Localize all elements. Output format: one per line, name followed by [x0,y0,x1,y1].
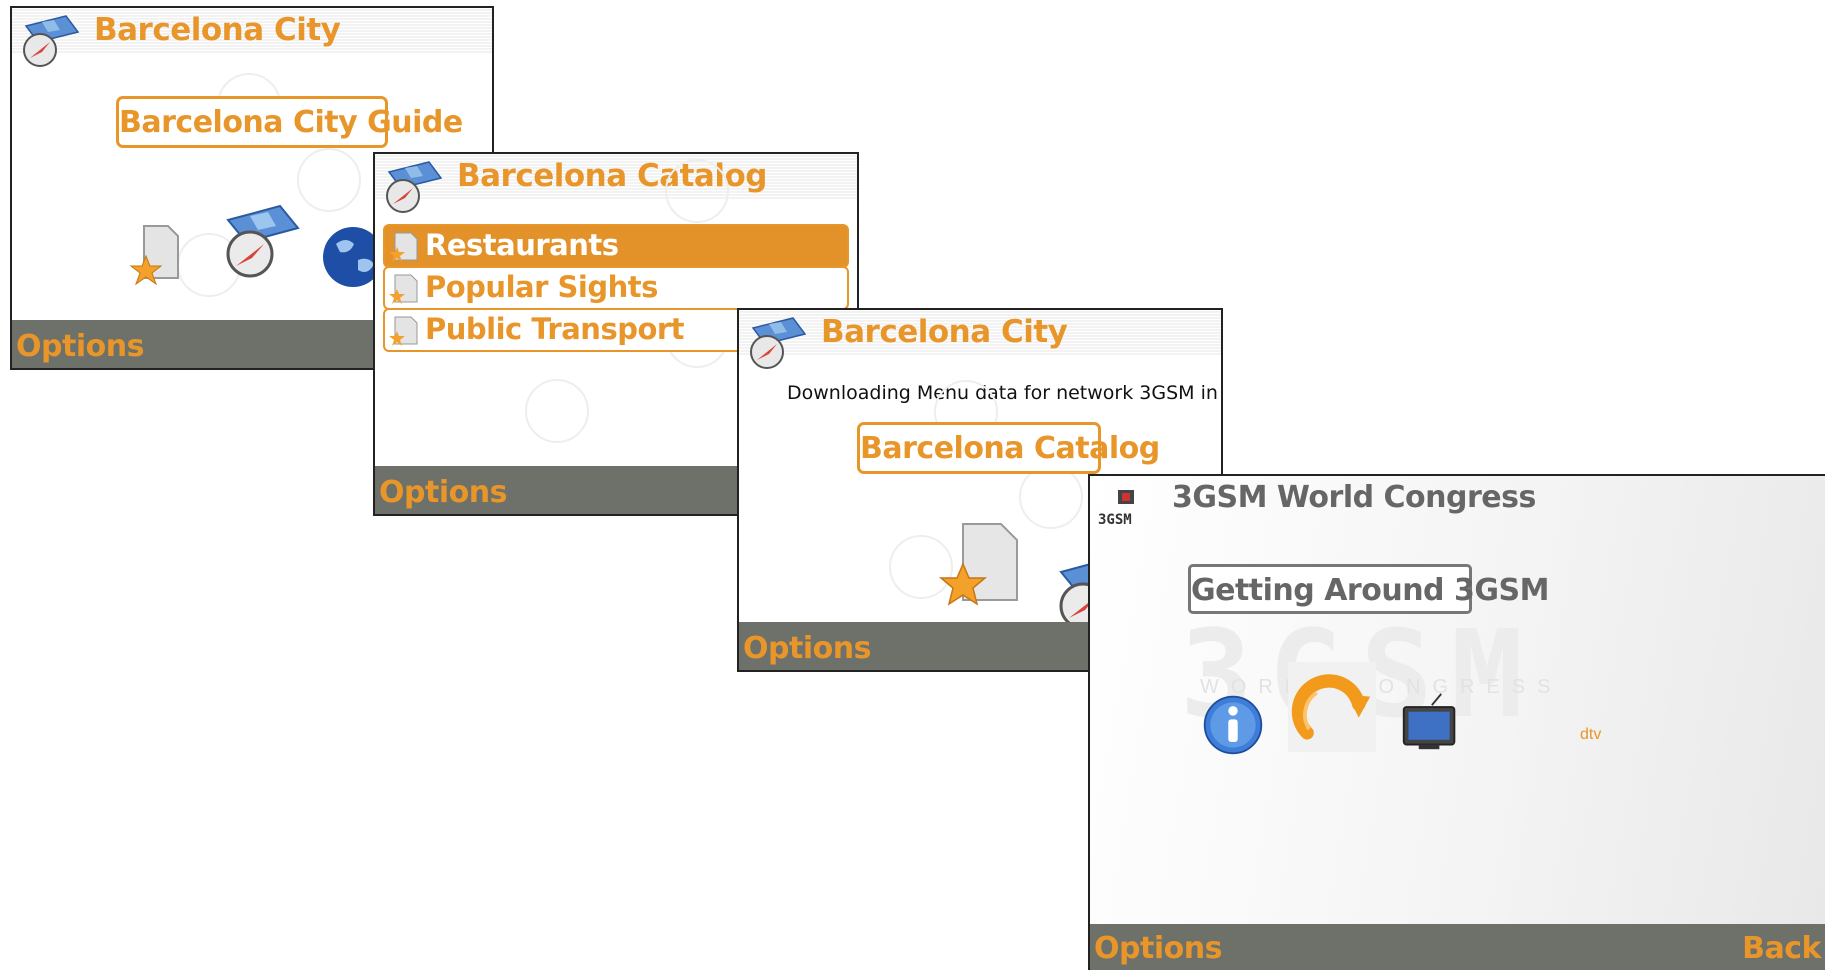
softkey-options[interactable]: Options [743,631,871,666]
tv-icon[interactable] [1400,690,1460,754]
list-item-label: Popular Sights [425,270,658,304]
softkey-back[interactable]: Back [1742,931,1821,966]
bookmark-star-icon [389,232,418,262]
watermark-ring [665,159,729,223]
info-icon[interactable] [1200,692,1266,758]
list-item-label: Public Transport [425,312,685,346]
softkey-options[interactable]: Options [379,475,507,510]
bookmark-star-icon[interactable] [128,222,188,286]
compass-map-icon [750,317,807,369]
window-title: Barcelona City [821,314,1068,350]
watermark-ring [525,379,589,443]
watermark-ring [1019,465,1083,529]
download-status-text: Downloading Menu data for network 3GSM i… [787,382,1221,404]
compass-map-icon[interactable] [214,198,304,282]
compass-map-icon [23,15,80,67]
watermark-ring [297,148,361,212]
list-item-popular-sights[interactable]: Popular Sights [383,266,849,310]
softkey-options[interactable]: Options [1094,931,1222,966]
list-item-restaurants[interactable]: Restaurants [383,224,849,268]
focused-item-city-guide[interactable]: Barcelona City Guide [116,96,463,148]
softkey-options[interactable]: Options [16,329,144,364]
window-title: Barcelona City [94,12,341,48]
focused-item-getting-around[interactable]: Getting Around 3GSM [1188,564,1549,614]
screen-3gsm-world-congress: 3GSM 3GSM World Congress 3GSM WORLD CONG… [1088,474,1825,970]
bookmark-star-icon[interactable] [935,518,1025,614]
focused-item-catalog[interactable]: Barcelona Catalog [857,422,1160,474]
list-item-label: Restaurants [425,228,619,262]
bookmark-star-icon [389,274,418,304]
bookmark-star-icon [389,316,418,346]
compass-map-icon [386,161,443,213]
dtv-label: dtv [1580,726,1602,743]
window-title: 3GSM World Congress [1172,480,1536,515]
svg-text:3GSM: 3GSM [1098,512,1132,528]
3gsm-logo-icon: 3GSM [1098,490,1134,528]
refresh-arrow-icon[interactable] [1286,666,1376,752]
softkey-bar: Options Back [1090,924,1825,970]
